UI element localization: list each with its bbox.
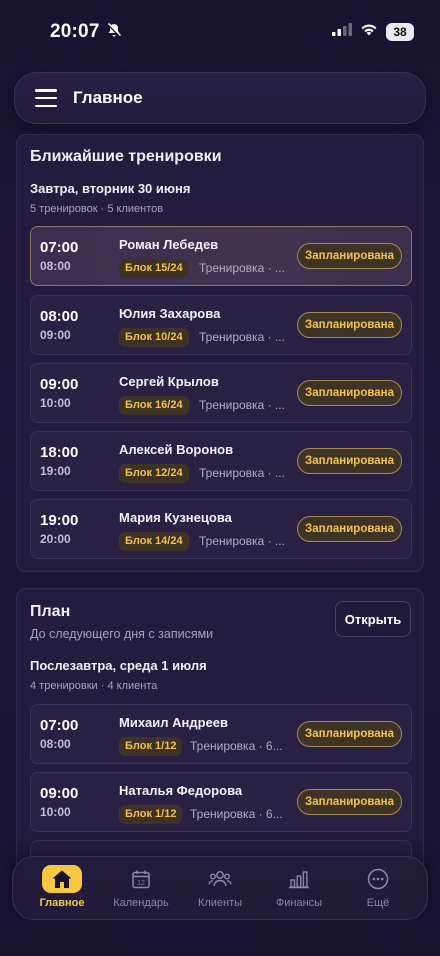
tab-finance[interactable]: Финансы (260, 865, 338, 909)
client-name: Сергей Крылов (119, 374, 219, 389)
block-badge: Блок 1/12 (119, 737, 183, 756)
block-badge: Блок 16/24 (119, 396, 189, 415)
session-start-time: 18:00 (40, 444, 79, 461)
plan-subtitle: До следующего дня с записями (30, 627, 214, 641)
bottom-tab-bar: Главное 12 Календарь Клиенты Финансы Ещё (12, 856, 428, 920)
tab-clients[interactable]: Клиенты (181, 865, 259, 909)
tab-more[interactable]: Ещё (339, 865, 417, 909)
day-title: Послезавтра, среда 1 июля (30, 658, 207, 673)
block-badge: Блок 10/24 (119, 328, 189, 347)
page-title: Главное (73, 88, 143, 107)
session-end-time: 19:00 (40, 464, 71, 478)
open-button[interactable]: Открыть (335, 601, 411, 637)
client-name: Роман Лебедев (119, 237, 219, 252)
session-row[interactable]: 19:00 20:00 Мария Кузнецова Блок 14/24 Т… (30, 499, 412, 559)
block-badge: Блок 15/24 (119, 259, 189, 278)
session-type: Тренировка · 6... (190, 739, 283, 753)
cellular-signal-icon (332, 23, 352, 41)
block-badge: Блок 12/24 (119, 464, 189, 483)
client-name: Алексей Воронов (119, 442, 234, 457)
session-type: Тренировка · ... (199, 330, 285, 344)
tab-label: Главное (39, 897, 85, 909)
session-row[interactable]: 18:00 19:00 Алексей Воронов Блок 12/24 Т… (30, 431, 412, 491)
session-end-time: 10:00 (40, 396, 71, 410)
more-icon (358, 865, 398, 893)
status-badge: Запланирована (297, 516, 402, 542)
session-start-time: 07:00 (40, 239, 79, 256)
home-icon (42, 865, 82, 893)
block-badge: Блок 1/12 (119, 805, 183, 824)
battery-indicator: 38 (386, 23, 414, 41)
plan-card: План До следующего дня с записями Открыт… (16, 588, 424, 880)
svg-text:12: 12 (137, 880, 145, 887)
session-type: Тренировка · ... (199, 261, 285, 275)
card-title: План (30, 603, 71, 620)
session-end-time: 10:00 (40, 805, 71, 819)
top-header: Главное (14, 72, 426, 124)
wifi-icon (360, 23, 378, 41)
status-time: 20:07 (50, 21, 100, 42)
hamburger-menu-icon[interactable] (35, 89, 57, 107)
status-badge: Запланирована (297, 721, 402, 747)
tab-home[interactable]: Главное (23, 865, 101, 909)
upcoming-sessions-card: Ближайшие тренировки Завтра, вторник 30 … (16, 134, 424, 572)
session-start-time: 19:00 (40, 512, 79, 529)
session-type: Тренировка · 6... (190, 807, 283, 821)
session-end-time: 08:00 (40, 737, 71, 751)
session-row[interactable]: 09:00 10:00 Наталья Федорова Блок 1/12 Т… (30, 772, 412, 832)
status-bar: 20:07 38 (0, 0, 440, 64)
tab-calendar[interactable]: 12 Календарь (102, 865, 180, 909)
status-badge: Запланирована (297, 312, 402, 338)
block-badge: Блок 14/24 (119, 532, 189, 551)
status-badge: Запланирована (297, 243, 402, 269)
session-end-time: 09:00 (40, 328, 71, 342)
tab-label: Календарь (113, 897, 169, 909)
clients-icon (200, 865, 240, 893)
session-row[interactable]: 07:00 08:00 Роман Лебедев Блок 15/24 Тре… (30, 226, 412, 286)
silent-bell-icon (106, 22, 122, 43)
calendar-icon: 12 (121, 865, 161, 893)
day-title: Завтра, вторник 30 июня (30, 181, 191, 196)
day-summary: 4 тренировки · 4 клиента (30, 680, 158, 692)
day-summary: 5 тренировок · 5 клиентов (30, 203, 164, 215)
card-title: Ближайшие тренировки (30, 148, 222, 165)
client-name: Юлия Захарова (119, 306, 221, 321)
client-name: Михаил Андреев (119, 715, 229, 730)
session-start-time: 07:00 (40, 717, 79, 734)
session-start-time: 08:00 (40, 308, 79, 325)
session-row[interactable]: 07:00 08:00 Михаил Андреев Блок 1/12 Тре… (30, 704, 412, 764)
client-name: Наталья Федорова (119, 783, 243, 798)
status-badge: Запланирована (297, 448, 402, 474)
finance-icon (279, 865, 319, 893)
tab-label: Ещё (366, 897, 390, 909)
session-end-time: 20:00 (40, 532, 71, 546)
status-badge: Запланирована (297, 380, 402, 406)
client-name: Мария Кузнецова (119, 510, 232, 525)
tab-label: Финансы (275, 897, 323, 909)
status-badge: Запланирована (297, 789, 402, 815)
tab-label: Клиенты (197, 897, 243, 909)
session-start-time: 09:00 (40, 785, 79, 802)
session-type: Тренировка · ... (199, 398, 285, 412)
session-start-time: 09:00 (40, 376, 79, 393)
session-row[interactable]: 08:00 09:00 Юлия Захарова Блок 10/24 Тре… (30, 295, 412, 355)
session-type: Тренировка · ... (199, 466, 285, 480)
session-row[interactable]: 09:00 10:00 Сергей Крылов Блок 16/24 Тре… (30, 363, 412, 423)
session-type: Тренировка · ... (199, 534, 285, 548)
session-end-time: 08:00 (40, 259, 71, 273)
